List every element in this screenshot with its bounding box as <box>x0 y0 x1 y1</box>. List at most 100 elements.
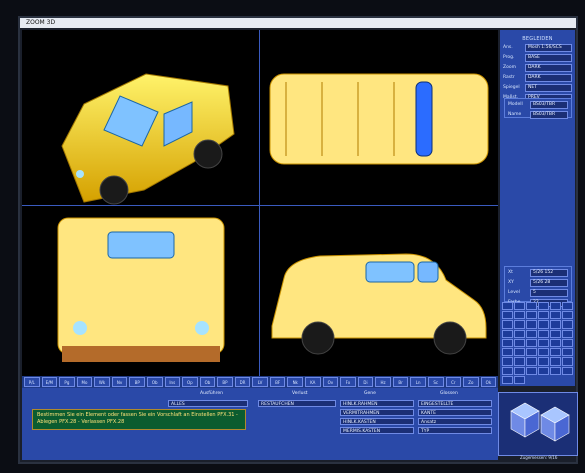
side-field[interactable]: Zoom DARK <box>503 64 572 72</box>
palette-tile[interactable] <box>526 366 537 375</box>
toolbar-button[interactable]: Nv <box>111 377 128 387</box>
palette-tile[interactable] <box>502 338 513 348</box>
side-field[interactable]: Ans. Mosh 1:56/SCS <box>503 44 572 52</box>
palette-tile[interactable] <box>550 329 561 338</box>
toolbar-button[interactable]: Zo <box>463 377 479 387</box>
palette-tile[interactable] <box>502 366 513 375</box>
palette-tile[interactable] <box>514 311 525 320</box>
toolbar-button[interactable]: Ob <box>199 377 216 387</box>
field-col1-0[interactable]: ALLES <box>168 400 248 407</box>
toolbar-button[interactable]: Ln <box>410 377 426 387</box>
palette-tile[interactable] <box>550 357 561 366</box>
palette-tile[interactable] <box>538 357 549 366</box>
palette-tile[interactable] <box>538 311 549 320</box>
palette-tile[interactable] <box>562 320 573 329</box>
palette-tile[interactable] <box>550 348 561 357</box>
palette-tile[interactable] <box>502 302 513 311</box>
palette-tile[interactable] <box>502 320 513 329</box>
toolbar-button[interactable]: BF <box>269 377 286 387</box>
palette-tile[interactable] <box>526 338 537 348</box>
toolbar-button[interactable]: P/L <box>24 377 40 387</box>
palette-tile[interactable] <box>562 302 573 311</box>
palette-tile[interactable] <box>514 348 525 357</box>
palette-tile[interactable] <box>514 375 525 384</box>
palette-tile[interactable] <box>514 329 525 338</box>
toolbar-button[interactable]: Pg <box>59 377 75 387</box>
palette-tile[interactable] <box>538 320 549 329</box>
toolbar-button[interactable]: E/M <box>41 377 58 387</box>
palette-tile[interactable] <box>562 357 573 366</box>
palette-tile[interactable] <box>538 302 549 311</box>
field-col3-1[interactable]: VERMITRAHMEN <box>340 409 414 416</box>
side-field-value[interactable]: BASE <box>525 54 572 62</box>
palette-tile[interactable] <box>550 338 561 348</box>
palette-tile[interactable] <box>562 348 573 357</box>
toolbar-button[interactable]: Cr <box>445 377 462 387</box>
field-col4-2[interactable]: Ansatz <box>418 418 492 425</box>
viewport-perspective[interactable] <box>22 30 260 206</box>
palette-tile[interactable] <box>538 366 549 375</box>
palette-tile[interactable] <box>526 357 537 366</box>
side-field[interactable]: Modell BS03/TBR <box>508 101 568 109</box>
toolbar-button[interactable]: Di <box>357 377 374 387</box>
toolbar-button[interactable]: Ins <box>164 377 181 387</box>
side-field[interactable]: Spiegel NET <box>503 84 572 92</box>
palette-tile[interactable] <box>514 366 525 375</box>
palette-tile[interactable] <box>550 366 561 375</box>
palette-tile[interactable] <box>538 348 549 357</box>
side-field[interactable]: Rastr DARK <box>503 74 572 82</box>
palette-tile[interactable] <box>514 357 525 366</box>
toolbar-button[interactable]: Br <box>392 377 409 387</box>
side-field-value[interactable]: BS03/TBR <box>530 111 568 119</box>
palette-tile[interactable] <box>550 311 561 320</box>
viewport-side[interactable] <box>260 206 498 376</box>
palette-tile[interactable] <box>502 348 513 357</box>
toolbar-button[interactable]: Mo <box>76 377 93 387</box>
toolbar-button[interactable]: LV <box>252 377 268 387</box>
palette-tile[interactable] <box>514 302 525 311</box>
field-col3-3[interactable]: MERMIS.KASTEN <box>340 427 414 434</box>
palette-tile[interactable] <box>514 320 525 329</box>
side-field[interactable]: Name BS03/TBR <box>508 111 568 119</box>
field-col3-0[interactable]: HINLK.RAHMEN <box>340 400 414 407</box>
side-field-value[interactable]: BS03/TBR <box>530 101 568 109</box>
toolbar-button[interactable]: DR <box>234 377 251 387</box>
side-field-value[interactable]: DARK <box>525 64 572 72</box>
toolbar-button[interactable]: BP <box>217 377 233 387</box>
palette-tile[interactable] <box>502 357 513 366</box>
palette-tile[interactable] <box>562 329 573 338</box>
palette-tile[interactable] <box>514 338 525 348</box>
toolbar-button[interactable]: Hz <box>375 377 391 387</box>
side-field-value[interactable]: DARK <box>525 74 572 82</box>
toolbar-button[interactable]: Ob <box>146 377 163 387</box>
toolbar-button[interactable]: Sc <box>427 377 444 387</box>
palette-tile[interactable] <box>526 320 537 329</box>
palette-tile[interactable] <box>502 311 513 320</box>
toolbar-button[interactable]: Ok <box>480 377 497 387</box>
side-field-value[interactable]: NET <box>525 84 572 92</box>
palette-tile[interactable] <box>526 329 537 338</box>
viewport-front[interactable] <box>22 206 260 376</box>
side-field[interactable]: Prog. BASE <box>503 54 572 62</box>
field-col4-1[interactable]: KANTE <box>418 409 492 416</box>
palette-tile[interactable] <box>562 366 573 375</box>
toolbar-button[interactable]: Fx <box>340 377 356 387</box>
palette-tile[interactable] <box>502 375 513 384</box>
toolbar-button[interactable]: Wk <box>94 377 110 387</box>
toolbar-button[interactable]: Nk <box>287 377 303 387</box>
palette-tile[interactable] <box>502 329 513 338</box>
toolbar-button[interactable]: Op <box>182 377 198 387</box>
side-field-value[interactable]: Mosh 1:56/SCS <box>525 44 572 52</box>
palette-tile[interactable] <box>526 348 537 357</box>
palette-tile[interactable] <box>550 302 561 311</box>
palette-tile[interactable] <box>538 338 549 348</box>
readout-value[interactable]: 5 <box>530 289 568 297</box>
field-col4-0[interactable]: EINGESTELLTE <box>418 400 492 407</box>
palette-tile[interactable] <box>550 320 561 329</box>
palette-tile[interactable] <box>538 329 549 338</box>
toolbar-button[interactable]: KA <box>305 377 321 387</box>
field-col4-3[interactable]: TYP <box>418 427 492 434</box>
toolbar-button[interactable]: BP <box>129 377 145 387</box>
palette-tile[interactable] <box>526 311 537 320</box>
toolbar-button[interactable]: Ov <box>322 377 339 387</box>
